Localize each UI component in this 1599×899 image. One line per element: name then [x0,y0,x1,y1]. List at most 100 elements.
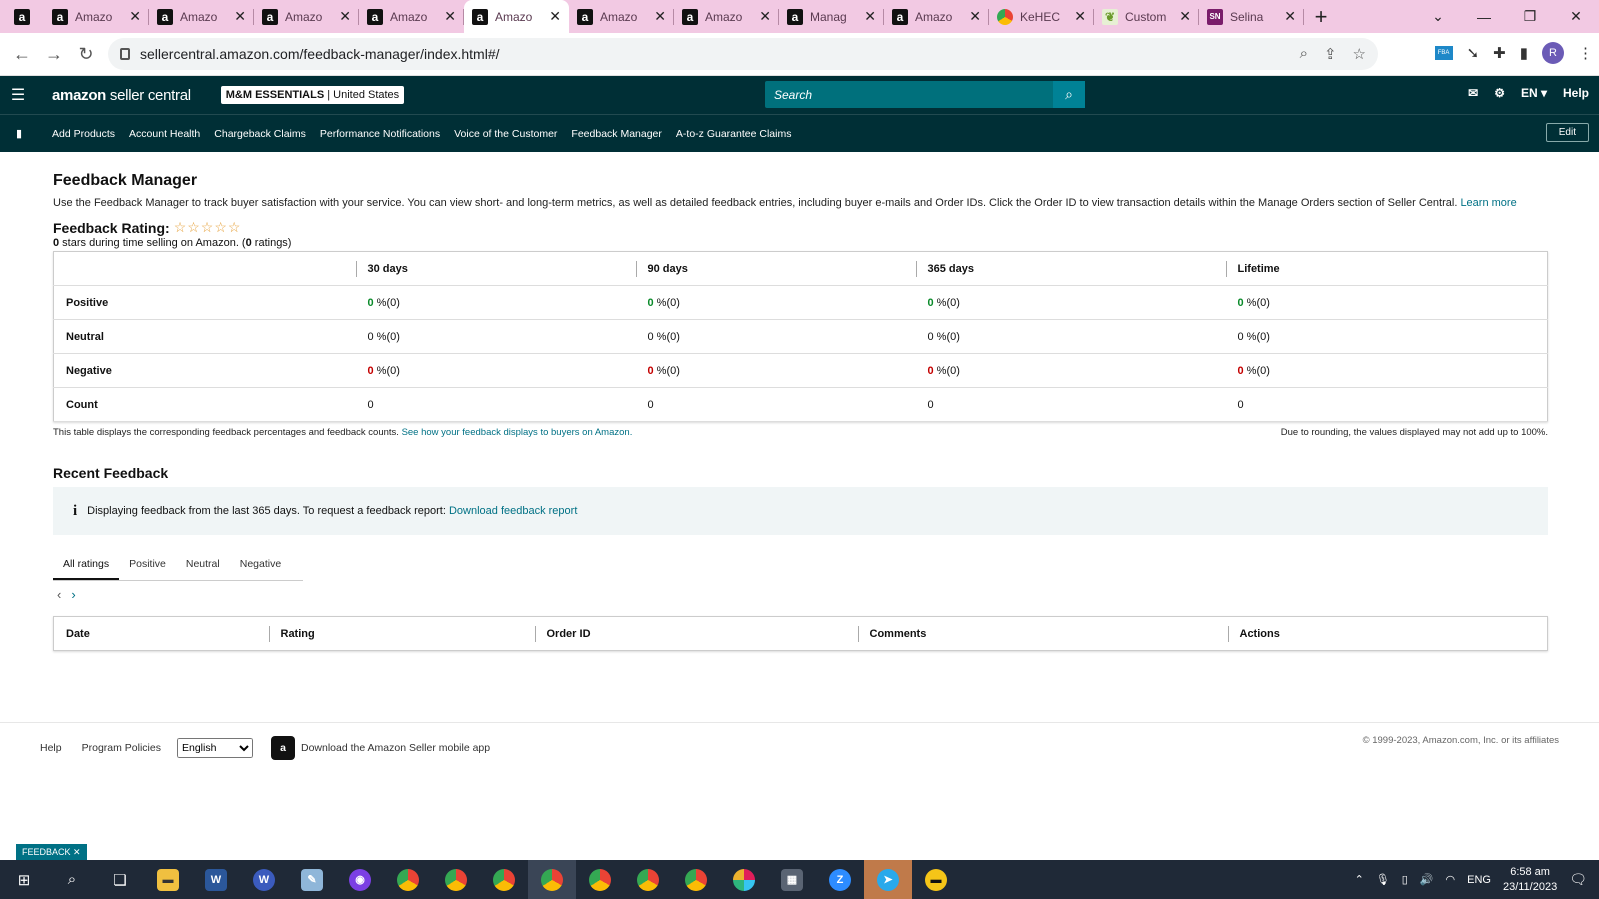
nav-feedback-manager[interactable]: Feedback Manager [571,128,661,140]
tab-positive[interactable]: Positive [119,549,176,580]
search-taskbar-icon[interactable]: ⌕ [48,860,96,899]
language-selector[interactable]: EN ▾ [1521,86,1547,100]
word-icon[interactable]: W [192,860,240,899]
col-date[interactable]: Date [54,617,269,651]
file-explorer-icon[interactable]: ▬ [144,860,192,899]
bookmark-icon[interactable]: ▮ [0,127,38,140]
close-tab-icon[interactable]: ✕ [759,8,771,25]
wifi-icon[interactable]: ◠ [1446,873,1456,886]
nav-account-health[interactable]: Account Health [129,128,200,140]
mail-icon[interactable]: ✉ [1468,86,1478,100]
browser-tab[interactable]: KeHEC ✕ [989,0,1094,33]
close-tab-icon[interactable]: ✕ [1074,8,1086,25]
close-tab-icon[interactable]: ✕ [1179,8,1191,25]
feedback-display-link[interactable]: See how your feedback displays to buyers… [402,427,633,438]
chrome-icon[interactable] [624,860,672,899]
help-link[interactable]: Help [1563,86,1589,100]
calculator-icon[interactable]: ▦ [768,860,816,899]
chrome-icon[interactable] [384,860,432,899]
download-report-link[interactable]: Download feedback report [449,505,577,517]
zoom-icon[interactable]: ⌕ [1300,45,1308,63]
reload-button[interactable]: ↻ [70,44,102,65]
app-gradient-icon[interactable]: ◉ [336,860,384,899]
task-view-icon[interactable]: ❏ [96,860,144,899]
browser-tab[interactable]: a Amazo ✕ [149,0,254,33]
telegram-icon[interactable]: ➤ [864,860,912,899]
chrome-icon[interactable] [480,860,528,899]
close-tab-icon[interactable]: ✕ [969,8,981,25]
mobile-app-link[interactable]: Download the Amazon Seller mobile app [301,742,490,754]
browser-tab[interactable]: a Amazo ✕ [44,0,149,33]
col-comments[interactable]: Comments [857,617,1228,651]
close-tab-icon[interactable]: ✕ [444,8,456,25]
share-icon[interactable]: ⇪ [1324,45,1337,63]
app-blue-icon[interactable]: W [240,860,288,899]
clock[interactable]: 6:58 am 23/11/2023 [1503,865,1557,895]
windows-start-icon[interactable]: ⊞ [0,860,48,899]
chrome-icon[interactable] [432,860,480,899]
tab-neutral[interactable]: Neutral [176,549,230,580]
tab-all-ratings[interactable]: All ratings [53,549,120,580]
seller-central-logo[interactable]: amazon seller central [52,87,191,104]
arrow-extension-icon[interactable]: ➘ [1467,44,1480,62]
minimize-button[interactable]: — [1461,9,1507,25]
close-window-button[interactable]: ✕ [1553,8,1599,25]
zoom-app-icon[interactable]: Z [816,860,864,899]
search-button[interactable]: ⌕ [1053,81,1085,108]
chevron-left-icon[interactable]: ‹ [57,587,61,602]
tray-chevron-up-icon[interactable]: ⌃ [1355,873,1364,886]
browser-tab[interactable]: ❦ Custom ✕ [1094,0,1199,33]
browser-tab[interactable]: a Amazo ✕ [359,0,464,33]
app-yellow-icon[interactable]: ▬ [912,860,960,899]
browser-tab[interactable]: a Amazo ✕ [674,0,779,33]
close-tab-icon[interactable]: ✕ [1284,8,1296,25]
close-tab-icon[interactable]: ✕ [549,8,561,25]
store-selector[interactable]: M&M ESSENTIALS | United States [220,86,405,104]
nav-a-to-z-claims[interactable]: A-to-z Guarantee Claims [676,128,792,140]
gear-icon[interactable]: ⚙ [1494,86,1505,100]
amazon-app-icon[interactable]: a [270,735,295,760]
learn-more-link[interactable]: Learn more [1460,197,1516,209]
tab-search-amazon-icon[interactable]: a [0,0,44,33]
footer-help-link[interactable]: Help [40,742,62,754]
browser-tab[interactable]: a Amazo ✕ [569,0,674,33]
nav-chargeback-claims[interactable]: Chargeback Claims [214,128,306,140]
restore-button[interactable]: ❐ [1507,8,1553,25]
browser-tab[interactable]: a Amazo ✕ [254,0,359,33]
footer-language-select[interactable]: English [176,737,253,758]
browser-tab[interactable]: a Manag ✕ [779,0,884,33]
footer-policies-link[interactable]: Program Policies [82,742,161,754]
close-tab-icon[interactable]: ✕ [339,8,351,25]
nav-add-products[interactable]: Add Products [52,128,115,140]
volume-icon[interactable]: 🔊 [1420,873,1434,886]
fba-extension-icon[interactable]: FBA [1434,46,1453,60]
browser-tab[interactable]: a Amazo ✕ [464,0,569,33]
nav-performance-notifications[interactable]: Performance Notifications [320,128,440,140]
forward-button[interactable]: → [38,44,70,65]
input-language[interactable]: ENG [1467,874,1491,886]
microphone-icon[interactable]: 🎙 [1376,873,1390,886]
browser-tab[interactable]: a Amazo ✕ [884,0,989,33]
chrome-icon[interactable] [672,860,720,899]
battery-icon[interactable]: ▯ [1402,873,1408,886]
back-button[interactable]: ← [6,44,38,65]
url-omnibox[interactable]: sellercentral.amazon.com/feedback-manage… [108,38,1378,70]
bookmark-star-icon[interactable]: ☆ [1353,45,1366,63]
close-tab-icon[interactable]: ✕ [654,8,666,25]
col-order-id[interactable]: Order ID [534,617,858,651]
lock-icon[interactable] [120,48,130,60]
nav-voice-of-customer[interactable]: Voice of the Customer [454,128,557,140]
chevron-right-icon[interactable]: › [71,587,75,602]
url-text[interactable]: sellercentral.amazon.com/feedback-manage… [140,46,500,62]
profile-avatar[interactable]: R [1542,42,1564,64]
notepad-icon[interactable]: ✎ [288,860,336,899]
browser-menu-icon[interactable]: ⋮ [1578,44,1593,62]
slack-icon[interactable] [720,860,768,899]
close-tab-icon[interactable]: ✕ [129,8,141,25]
col-actions[interactable]: Actions [1227,617,1548,651]
chrome-icon[interactable] [576,860,624,899]
tab-list-chevron-icon[interactable]: ⌄ [1415,8,1461,25]
notifications-icon[interactable]: 🗨 [1569,871,1587,888]
browser-tab[interactable]: SN Selina ✕ [1199,0,1304,33]
hamburger-menu-icon[interactable]: ☰ [0,85,36,105]
